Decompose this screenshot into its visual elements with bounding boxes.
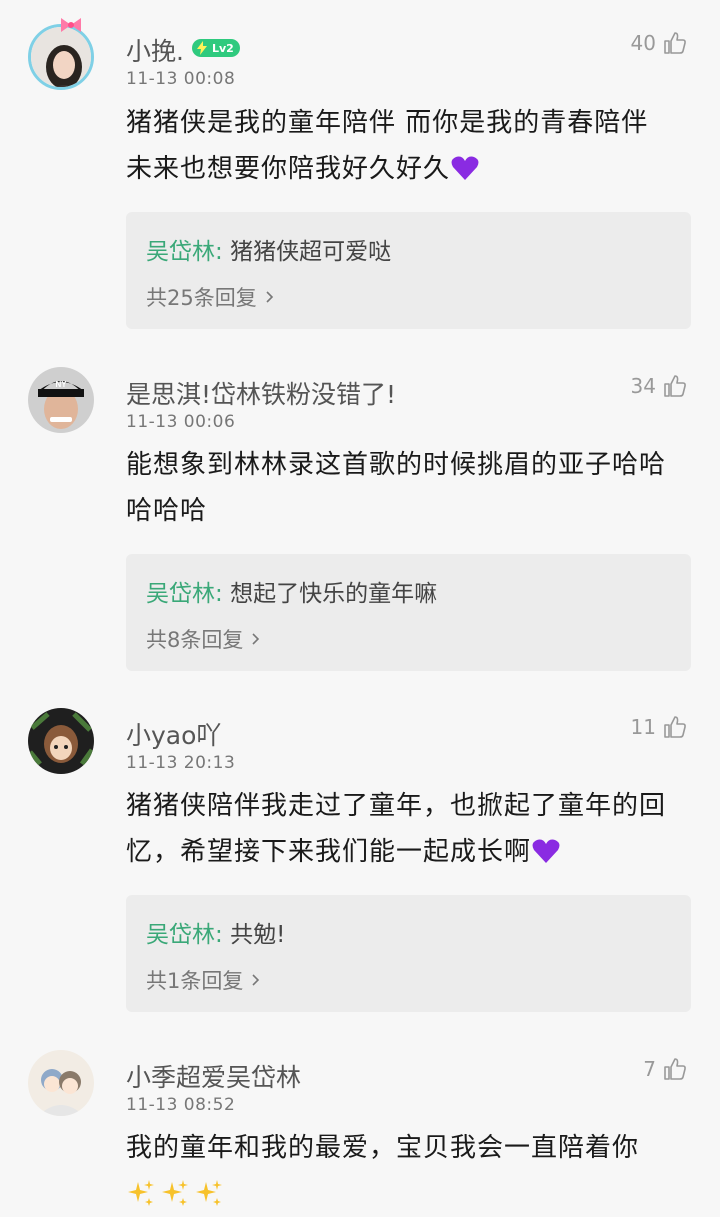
like-button[interactable]: 11 — [631, 714, 688, 740]
comment-item: 小yao吖 11-13 20:13 11 猪猪侠陪伴我走过了童年，也掀起了童年的… — [0, 690, 720, 1030]
avatar[interactable] — [28, 708, 94, 774]
reply-preview[interactable]: 吴岱林: 猪猪侠超可爱哒 共25条回复 — [126, 212, 691, 329]
comment-item: 小挽. Lv2 11-13 00:08 40 猪猪侠是我的童年陪伴 而你是我的青春… — [0, 0, 720, 345]
comment-time: 11-13 00:08 — [126, 69, 236, 89]
purple-heart-emoji — [451, 156, 479, 180]
reply-author[interactable]: 吴岱林: — [146, 922, 223, 948]
comment-time: 11-13 08:52 — [126, 1095, 236, 1115]
purple-heart-emoji — [532, 839, 560, 863]
comment-text: 能想象到林林录这首歌的时候挑眉的亚子哈哈 哈哈哈 — [126, 450, 667, 526]
comment-item: NY 是思淇!岱林铁粉没错了! 11-13 00:06 34 能想象到林林录这首… — [0, 345, 720, 690]
reply-text: 猪猪侠超可爱哒 — [230, 239, 392, 265]
like-count: 40 — [630, 31, 656, 55]
username[interactable]: 小yao吖 — [126, 716, 221, 752]
sparkles-emoji — [196, 1180, 222, 1206]
comment-text: 猪猪侠陪伴我走过了童年，也掀起了童年的回 忆，希望接下来我们能一起成长啊 — [126, 791, 667, 867]
comment-time: 11-13 20:13 — [126, 753, 236, 773]
comment-item: 小季超爱吴岱林 11-13 08:52 7 我的童年和我的最爱，宝贝我会一直陪着… — [0, 1030, 720, 1217]
avatar-image: NY — [28, 367, 94, 433]
like-button[interactable]: 34 — [631, 373, 688, 399]
view-replies-link[interactable]: 共1条回复 — [146, 965, 261, 995]
like-button[interactable]: 7 — [643, 1056, 688, 1082]
comment-time: 11-13 00:06 — [126, 412, 236, 432]
lightning-icon — [196, 41, 207, 55]
sparkles-emoji — [162, 1180, 188, 1206]
avatar[interactable]: NY — [28, 367, 94, 433]
username[interactable]: 小季超爱吴岱林 — [126, 1058, 301, 1094]
vip-level-badge: Lv2 — [191, 39, 240, 57]
thumbs-up-icon — [664, 716, 686, 738]
avatar-image — [28, 708, 94, 774]
reply-preview[interactable]: 吴岱林: 共勉! 共1条回复 — [126, 895, 691, 1012]
reply-text: 共勉! — [230, 922, 286, 948]
avatar-image — [28, 1050, 94, 1116]
svg-text:NY: NY — [55, 380, 67, 389]
reply-author[interactable]: 吴岱林: — [146, 581, 223, 607]
username[interactable]: 是思淇!岱林铁粉没错了! — [126, 375, 396, 411]
comment-text: 我的童年和我的最爱，宝贝我会一直陪着你 — [126, 1125, 696, 1217]
sparkles-emoji-row — [126, 1171, 696, 1217]
like-count: 11 — [630, 715, 656, 739]
avatar[interactable] — [28, 1050, 94, 1116]
bow-icon — [61, 18, 81, 32]
reply-preview[interactable]: 吴岱林: 想起了快乐的童年嘛 共8条回复 — [126, 554, 691, 671]
chevron-right-icon — [252, 974, 260, 986]
sparkles-emoji — [128, 1180, 154, 1206]
like-count: 7 — [643, 1057, 656, 1081]
like-count: 34 — [630, 374, 656, 398]
view-replies-link[interactable]: 共8条回复 — [146, 624, 261, 654]
thumbs-up-icon — [664, 32, 686, 54]
chevron-right-icon — [266, 291, 273, 303]
username[interactable]: 小挽. Lv2 — [126, 32, 240, 68]
comment-text: 猪猪侠是我的童年陪伴 而你是我的青春陪伴 未来也想要你陪我好久好久 — [126, 108, 649, 184]
thumbs-up-icon — [664, 375, 686, 397]
view-replies-link[interactable]: 共25条回复 — [146, 282, 275, 312]
reply-author[interactable]: 吴岱林: — [146, 239, 223, 265]
chevron-right-icon — [252, 633, 260, 645]
like-button[interactable]: 40 — [631, 30, 688, 56]
reply-text: 想起了快乐的童年嘛 — [230, 581, 438, 607]
thumbs-up-icon — [664, 1058, 686, 1080]
avatar-image — [31, 27, 91, 87]
